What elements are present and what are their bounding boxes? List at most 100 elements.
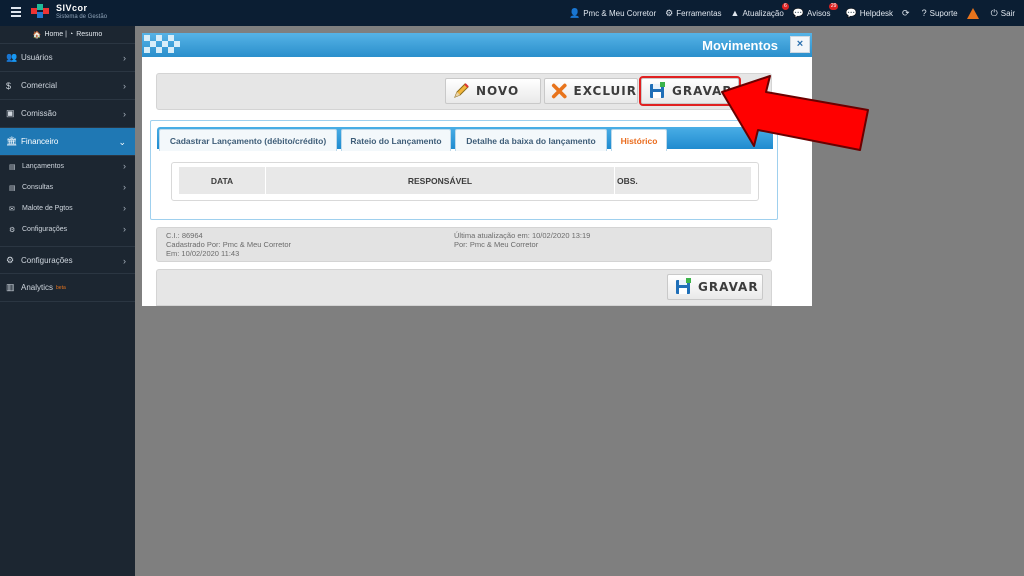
sidebar-item-usuarios[interactable]: 👥 Usuários › [0, 44, 135, 72]
record-info: C.I.: 86964 Cadastrado Por: Pmc & Meu Co… [156, 227, 772, 262]
nav-sair[interactable]: ⏻ Sair [991, 8, 1015, 19]
envelope-icon: ✉ [9, 205, 15, 213]
ultima-atualizacao: Última atualização em: 10/02/2020 13:19 [454, 231, 591, 240]
menu-icon[interactable] [11, 7, 21, 17]
nav-user[interactable]: 👤 Pmc & Meu Corretor [569, 8, 656, 19]
sidebar-subitem-configuracoes[interactable]: ⚙ Configurações › [0, 219, 135, 240]
avisos-badge: 29 [828, 2, 839, 10]
nav-helpdesk-label: Helpdesk [859, 8, 894, 18]
file-icon: ▤ [9, 184, 16, 192]
chevron-right-icon: › [123, 161, 126, 171]
users-icon: 👥 [6, 52, 18, 62]
grid-header: DATA RESPONSÁVEL OBS. [179, 167, 751, 194]
chat-icon: 💬 [792, 7, 805, 18]
separator: | [65, 31, 67, 38]
alert-icon[interactable] [966, 7, 979, 19]
nav-user-label: Pmc & Meu Corretor [583, 8, 657, 18]
chevron-right-icon: › [123, 203, 126, 213]
tab-historico[interactable]: Histórico [611, 129, 667, 151]
nav-refresh[interactable]: ⟳ [902, 8, 913, 19]
tab-label: Histórico [620, 135, 658, 146]
brand-subtitle: Sistema de Gestão [56, 14, 108, 20]
column-data[interactable]: DATA [179, 167, 266, 194]
brand: SIVcor Sistema de Gestão [56, 4, 107, 22]
nav-sair-label: Sair [1000, 8, 1015, 18]
nav-suporte-label: Suporte [929, 8, 958, 18]
column-responsavel[interactable]: RESPONSÁVEL [266, 167, 615, 194]
annotation-arrow [721, 75, 869, 151]
resumo-icon: ◔ [68, 31, 74, 38]
chevron-down-icon: ⌄ [118, 137, 126, 147]
gears-icon: ⚙ [665, 7, 674, 18]
chevron-right-icon: › [123, 81, 126, 91]
beta-badge: beta [56, 284, 66, 291]
modal-header: Movimentos [142, 33, 812, 57]
record-info-created: C.I.: 86964 Cadastrado Por: Pmc & Meu Co… [166, 231, 291, 258]
sidebar-item-label: Configurações [21, 255, 73, 265]
tab-cadastrar-lancamento[interactable]: Cadastrar Lançamento (débito/crédito) [159, 129, 337, 151]
footer-gravar-label: GRAVAR [698, 280, 759, 294]
sidebar-subitem-consultas[interactable]: ▤ Consultas › [0, 177, 135, 198]
sidebar: 🏠 Home | ◔ Resumo 👥 Usuários › $ Comercial ›… [0, 26, 135, 576]
historico-grid: DATA RESPONSÁVEL OBS. [171, 162, 759, 201]
save-icon [676, 278, 691, 294]
sidebar-item-comercial[interactable]: $ Comercial › [0, 72, 135, 100]
gear-icon: ⚙ [9, 226, 16, 234]
sidebar-subitem-malote[interactable]: ✉ Malote de Pgtos › [0, 198, 135, 219]
sidebar-item-label: Comissão [21, 109, 57, 118]
nav-suporte[interactable]: ? Suporte [922, 8, 958, 18]
question-icon: ? [921, 8, 927, 18]
refresh-icon: ⟳ [902, 7, 910, 18]
atualizacao-badge: 6 [782, 3, 789, 10]
close-icon[interactable]: × [790, 36, 810, 53]
novo-button[interactable]: NOVO [445, 78, 541, 104]
home-icon: 🏠 [32, 31, 42, 39]
money-icon: ▣ [6, 108, 15, 118]
nav-ferramentas[interactable]: ⚙ Ferramentas [665, 8, 721, 19]
delete-x-icon [551, 83, 567, 99]
chevron-right-icon: › [123, 224, 126, 234]
cadastrado-por: Cadastrado Por: Pmc & Meu Corretor [166, 240, 292, 249]
column-obs[interactable]: OBS. [615, 167, 751, 194]
chevron-right-icon: › [123, 109, 126, 119]
sidebar-item-label: Comercial [21, 81, 58, 90]
record-info-updated: Última atualização em: 10/02/2020 13:19 … [454, 231, 590, 249]
modal-footer: GRAVAR [156, 269, 772, 306]
sidebar-item-comissao[interactable]: ▣ Comissão › [0, 100, 135, 128]
ci-number: C.I.: 86964 [166, 231, 203, 240]
nav-atualizacao[interactable]: ▲ Atualização 6 [731, 3, 789, 18]
modal-toolbar: NOVO EXCLUIR GRAVAR [156, 73, 772, 110]
sidebar-subitem-lancamentos[interactable]: ▤ Lançamentos › [0, 156, 135, 177]
excluir-label: EXCLUIR [573, 84, 637, 98]
sidebar-item-analytics[interactable]: ▥ Analytics beta [0, 274, 135, 302]
chevron-right-icon: › [123, 256, 126, 266]
excluir-button[interactable]: EXCLUIR [544, 78, 638, 104]
top-bar: SIVcor Sistema de Gestão 👤 Pmc & Meu Corr… [0, 0, 1024, 26]
sivcor-logo [31, 4, 53, 21]
pencil-icon [454, 83, 469, 98]
nav-atualizacao-label: Atualização [742, 8, 784, 18]
atualizado-por: Por: Pmc & Meu Corretor [454, 240, 539, 249]
checker-pattern [144, 35, 184, 55]
tab-label: Cadastrar Lançamento (débito/crédito) [169, 135, 327, 146]
tab-rateio[interactable]: Rateio do Lançamento [341, 129, 451, 151]
tab-panel: Cadastrar Lançamento (débito/crédito) Ra… [150, 120, 778, 220]
chart-icon: ▥ [6, 282, 15, 292]
sidebar-subitem-label: Configurações [22, 226, 68, 233]
tab-label: Detalhe da baixa do lançamento [466, 135, 596, 146]
sidebar-item-financeiro[interactable]: 🏛 Financeiro ⌄ [0, 128, 135, 156]
sidebar-item-configuracoes[interactable]: ⚙ Configurações › [0, 246, 135, 274]
dollar-icon: $ [6, 80, 12, 91]
home-link[interactable]: Home [44, 31, 63, 38]
chevron-right-icon: › [123, 182, 126, 192]
tab-strip: Cadastrar Lançamento (débito/crédito) Ra… [157, 127, 773, 151]
nav-helpdesk[interactable]: 💬 Helpdesk [845, 8, 893, 19]
file-icon: ▤ [9, 163, 16, 171]
sidebar-subitem-label: Malote de Pgtos [22, 205, 73, 212]
resumo-link[interactable]: Resumo [76, 31, 102, 38]
footer-gravar-button[interactable]: GRAVAR [667, 274, 763, 300]
tab-detalhe-baixa[interactable]: Detalhe da baixa do lançamento [455, 129, 607, 151]
movimentos-modal: Movimentos NOVO EXCLUIR GRAVAR Cadastrar… [142, 33, 812, 306]
sidebar-home-row: 🏠 Home | ◔ Resumo [0, 26, 135, 44]
nav-avisos[interactable]: 💬 Avisos 29 [792, 2, 839, 19]
